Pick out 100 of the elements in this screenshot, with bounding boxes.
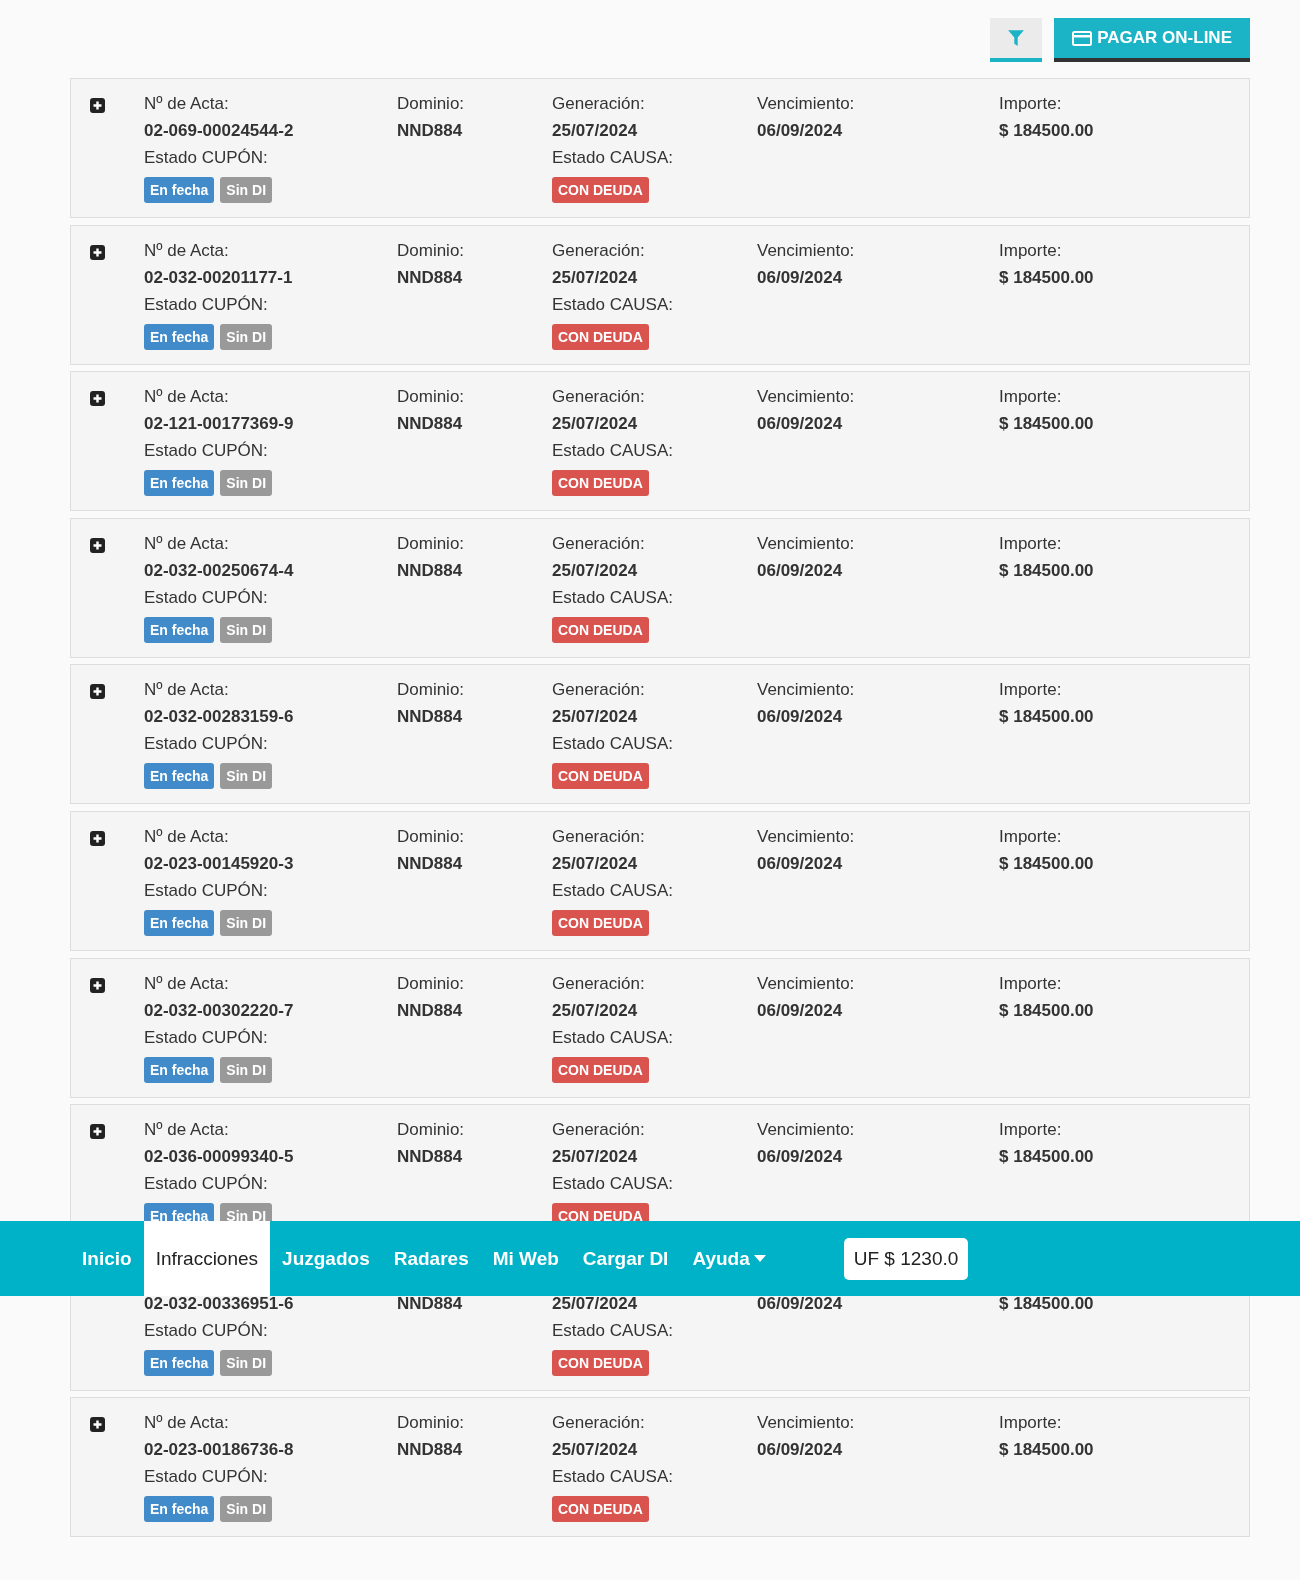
status-badge: En fecha xyxy=(144,1056,215,1083)
status-badge: Sin DI xyxy=(220,763,273,790)
field-label: Dominio: xyxy=(397,532,466,555)
status-badge: CON DEUDA xyxy=(552,763,649,790)
field-label: Nº de Acta: xyxy=(144,532,230,555)
field-label: Dominio: xyxy=(397,825,466,848)
status-badge: En fecha xyxy=(144,470,215,497)
amount: $ 184500.00 xyxy=(999,1146,1095,1169)
status-badge: Sin DI xyxy=(220,470,273,497)
field-label: Vencimiento: xyxy=(757,825,856,848)
expand-icon[interactable] xyxy=(90,98,105,113)
plate-number: NND884 xyxy=(397,120,464,142)
due-date: 06/09/2024 xyxy=(757,559,844,582)
due-date: 06/09/2024 xyxy=(757,413,844,436)
expand-icon[interactable] xyxy=(90,830,105,846)
plate-number: NND884 xyxy=(397,706,464,729)
expand-icon[interactable] xyxy=(90,1417,105,1433)
expand-icon[interactable] xyxy=(90,244,105,260)
status-badge: CON DEUDA xyxy=(552,1056,649,1083)
expand-icon[interactable] xyxy=(90,1124,105,1140)
amount: $ 184500.00 xyxy=(999,706,1095,729)
field-label: Nº de Acta: xyxy=(144,972,230,995)
field-label: Generación: xyxy=(552,93,646,115)
field-label: Estado CUPÓN: xyxy=(144,586,269,609)
expand-icon[interactable] xyxy=(90,537,105,553)
status-badge: Sin DI xyxy=(220,1056,273,1083)
field-label: Generación: xyxy=(552,825,646,848)
field-label: Estado CAUSA: xyxy=(552,293,674,316)
status-badge: En fecha xyxy=(144,909,215,936)
issue-date: 25/07/2024 xyxy=(552,266,639,289)
amount: $ 184500.00 xyxy=(999,852,1095,875)
field-label: Dominio: xyxy=(397,93,466,115)
field-label: Dominio: xyxy=(397,972,466,995)
status-badge: Sin DI xyxy=(220,1496,273,1523)
field-label: Estado CUPÓN: xyxy=(144,733,269,756)
status-badge: CON DEUDA xyxy=(552,177,649,203)
expand-icon[interactable] xyxy=(90,391,105,407)
field-label: Estado CUPÓN: xyxy=(144,1173,269,1196)
acta-number: 02-023-00145920-3 xyxy=(144,852,295,875)
pay-online-button[interactable]: PAGAR ON-LINE xyxy=(1054,18,1250,62)
field-label: Dominio: xyxy=(397,239,466,262)
field-label: Nº de Acta: xyxy=(144,825,230,848)
field-label: Estado CAUSA: xyxy=(552,1173,674,1196)
nav-tab[interactable]: Inicio xyxy=(70,1221,144,1296)
expand-icon[interactable] xyxy=(90,684,105,700)
field-label: Estado CAUSA: xyxy=(552,440,674,463)
field-label: Dominio: xyxy=(397,679,466,702)
field-label: Dominio: xyxy=(397,1412,466,1435)
acta-number: 02-023-00186736-8 xyxy=(144,1439,295,1462)
field-label: Estado CAUSA: xyxy=(552,733,674,756)
field-label: Importe: xyxy=(999,532,1063,555)
filter-icon xyxy=(1007,29,1026,47)
due-date: 06/09/2024 xyxy=(757,1439,844,1462)
status-badge: CON DEUDA xyxy=(552,470,649,497)
field-label: Estado CUPÓN: xyxy=(144,293,269,316)
plate-number: NND884 xyxy=(397,559,464,582)
issue-date: 25/07/2024 xyxy=(552,413,639,436)
field-label: Importe: xyxy=(999,239,1063,262)
status-badge: CON DEUDA xyxy=(552,1496,649,1523)
due-date: 06/09/2024 xyxy=(757,266,844,289)
field-label: Estado CUPÓN: xyxy=(144,440,269,463)
field-label: Nº de Acta: xyxy=(144,386,230,409)
field-label: Importe: xyxy=(999,1412,1063,1435)
amount: $ 184500.00 xyxy=(999,120,1095,142)
status-badge: En fecha xyxy=(144,177,215,203)
field-label: Nº de Acta: xyxy=(144,93,230,115)
status-badge: En fecha xyxy=(144,616,215,643)
expand-icon[interactable] xyxy=(90,977,105,993)
field-label: Vencimiento: xyxy=(757,239,856,262)
amount: $ 184500.00 xyxy=(999,413,1095,436)
field-label: Estado CUPÓN: xyxy=(144,147,269,169)
amount: $ 184500.00 xyxy=(999,999,1095,1022)
status-badge: Sin DI xyxy=(220,909,273,936)
due-date: 06/09/2024 xyxy=(757,706,844,729)
status-badge: CON DEUDA xyxy=(552,1349,649,1376)
field-label: Generación: xyxy=(552,1412,646,1435)
field-label: Dominio: xyxy=(397,1119,466,1142)
field-label: Estado CAUSA: xyxy=(552,147,674,169)
field-label: Estado CAUSA: xyxy=(552,1466,674,1489)
due-date: 06/09/2024 xyxy=(757,999,844,1022)
field-label: Generación: xyxy=(552,386,646,409)
acta-number: 02-121-00177369-9 xyxy=(144,413,295,436)
nav-tab[interactable]: Infracciones xyxy=(143,1221,271,1296)
plate-number: NND884 xyxy=(397,1146,464,1169)
status-badge: En fecha xyxy=(144,763,215,790)
field-label: Nº de Acta: xyxy=(144,1119,230,1142)
issue-date: 25/07/2024 xyxy=(552,1146,639,1169)
field-label: Generación: xyxy=(552,532,646,555)
issue-date: 25/07/2024 xyxy=(552,1439,639,1462)
field-label: Generación: xyxy=(552,679,646,702)
field-label: Estado CAUSA: xyxy=(552,879,674,902)
due-date: 06/09/2024 xyxy=(757,1146,844,1169)
issue-date: 25/07/2024 xyxy=(552,999,639,1022)
amount: $ 184500.00 xyxy=(999,1439,1095,1462)
status-badge: En fecha xyxy=(144,323,215,350)
field-label: Vencimiento: xyxy=(757,1412,856,1435)
status-badge: Sin DI xyxy=(220,1349,273,1376)
issue-date: 25/07/2024 xyxy=(552,706,639,729)
field-label: Nº de Acta: xyxy=(144,679,230,702)
status-badge: Sin DI xyxy=(220,323,273,350)
